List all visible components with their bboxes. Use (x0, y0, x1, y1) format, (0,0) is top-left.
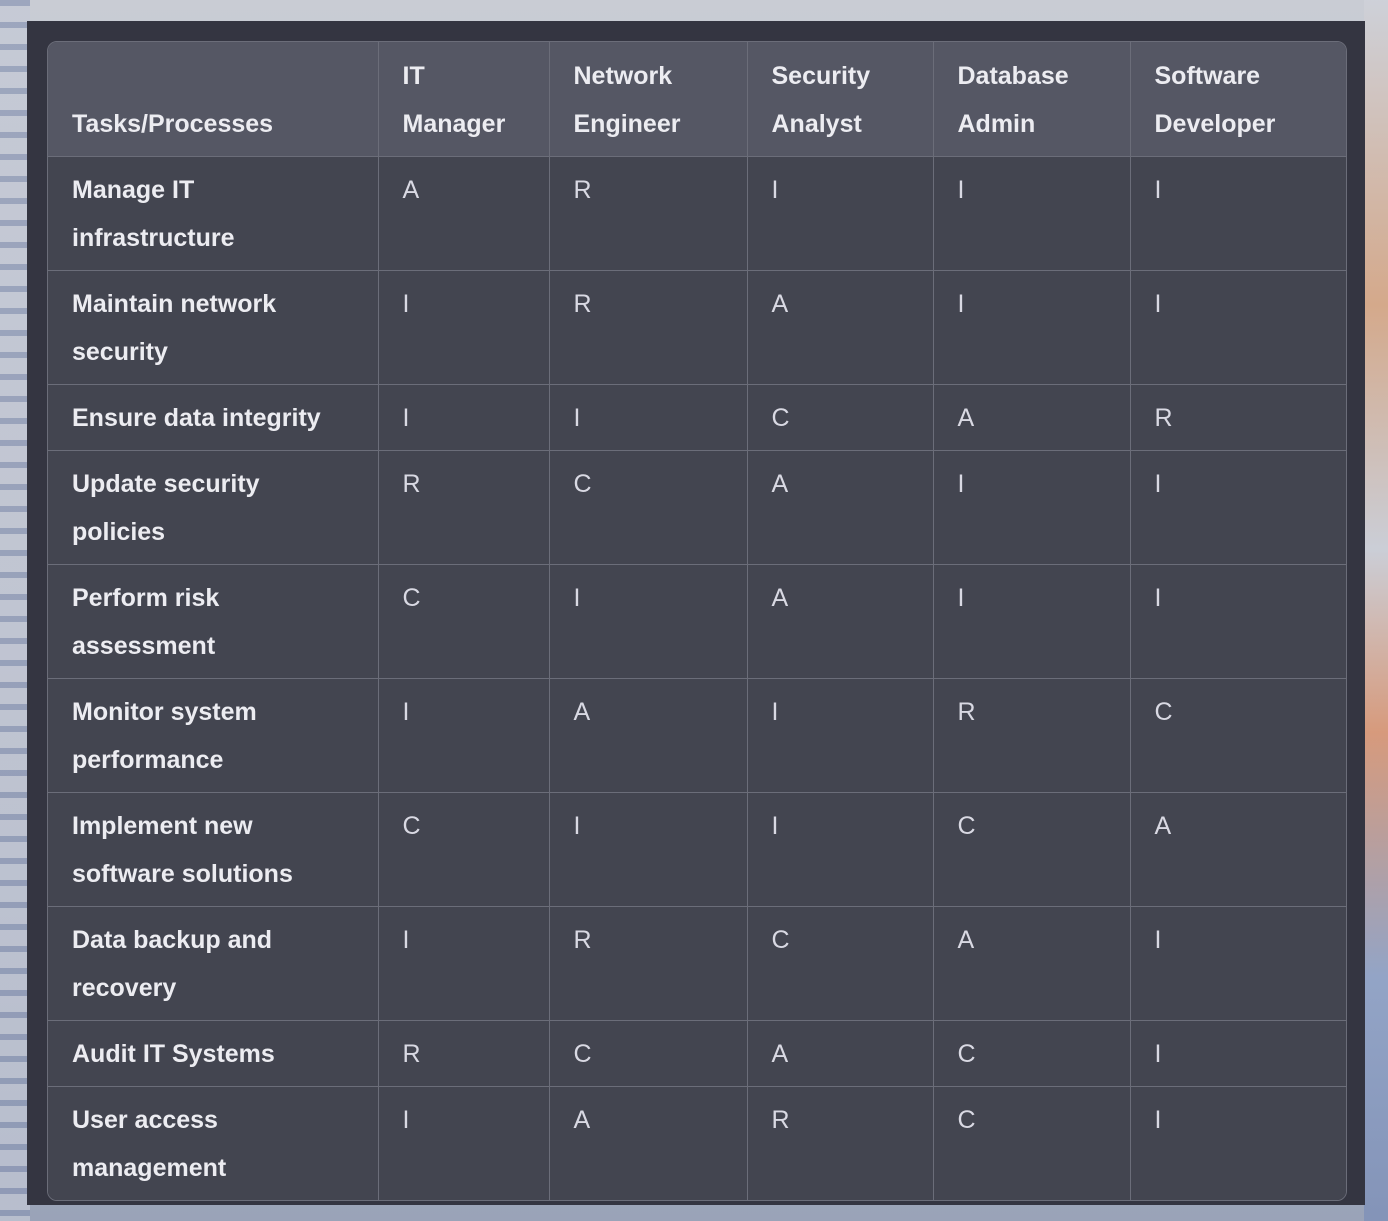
raci-cell: I (548, 564, 748, 679)
raci-cell: I (548, 384, 748, 451)
task-cell: Maintain network security (48, 270, 379, 385)
raci-cell: A (548, 1086, 748, 1200)
raci-cell: C (746, 906, 934, 1021)
task-cell: Manage IT infrastructure (48, 156, 379, 271)
table-row: Manage IT infrastructure A R I I I (48, 156, 1346, 271)
header-software-developer: Software Developer (1129, 42, 1346, 157)
table-row: Ensure data integrity I I C A R (48, 384, 1346, 451)
table-row: Perform risk assessment C I A I I (48, 564, 1346, 679)
raci-cell: A (377, 156, 550, 271)
table-row: Data backup and recovery I R C A I (48, 906, 1346, 1021)
header-network-engineer: Network Engineer (548, 42, 748, 157)
table-header-row: Tasks/Processes IT Manager Network Engin… (48, 42, 1346, 157)
raci-cell: C (932, 792, 1131, 907)
task-cell: Ensure data integrity (48, 384, 379, 451)
header-security-analyst: Security Analyst (746, 42, 934, 157)
table-row: Update security policies R C A I I (48, 450, 1346, 565)
raci-cell: I (932, 270, 1131, 385)
raci-cell: A (1129, 792, 1346, 907)
raci-cell: I (548, 792, 748, 907)
raci-cell: A (746, 450, 934, 565)
table-row: Implement new software solutions C I I C… (48, 792, 1346, 907)
raci-cell: C (377, 564, 550, 679)
raci-cell: C (1129, 678, 1346, 793)
chat-response-panel: Tasks/Processes IT Manager Network Engin… (27, 21, 1365, 1205)
raci-cell: C (548, 1020, 748, 1087)
raci-cell: R (746, 1086, 934, 1200)
raci-cell: I (377, 678, 550, 793)
task-cell: Implement new software solutions (48, 792, 379, 907)
raci-cell: I (1129, 564, 1346, 679)
task-cell: Perform risk assessment (48, 564, 379, 679)
raci-cell: C (932, 1020, 1131, 1087)
raci-cell: I (1129, 270, 1346, 385)
raci-cell: I (1129, 450, 1346, 565)
raci-cell: R (548, 156, 748, 271)
raci-cell: A (746, 564, 934, 679)
table-row: Maintain network security I R A I I (48, 270, 1346, 385)
background-left-edge (0, 0, 30, 1221)
table-row: User access management I A R C I (48, 1086, 1346, 1200)
raci-cell: A (548, 678, 748, 793)
raci-cell: I (1129, 1086, 1346, 1200)
raci-cell: R (377, 450, 550, 565)
raci-cell: C (746, 384, 934, 451)
task-cell: Monitor system performance (48, 678, 379, 793)
task-cell: Data backup and recovery (48, 906, 379, 1021)
raci-cell: I (1129, 1020, 1346, 1087)
raci-cell: R (1129, 384, 1346, 451)
raci-cell: I (377, 906, 550, 1021)
raci-cell: I (746, 156, 934, 271)
raci-cell: C (548, 450, 748, 565)
raci-cell: C (377, 792, 550, 907)
raci-cell: I (1129, 156, 1346, 271)
raci-cell: R (932, 678, 1131, 793)
task-cell: Audit IT Systems (48, 1020, 379, 1087)
raci-cell: I (1129, 906, 1346, 1021)
task-cell: User access management (48, 1086, 379, 1200)
header-tasks: Tasks/Processes (48, 42, 379, 157)
background-right-edge (1364, 0, 1388, 1221)
raci-cell: I (932, 450, 1131, 565)
raci-cell: A (746, 1020, 934, 1087)
raci-table: Tasks/Processes IT Manager Network Engin… (48, 42, 1346, 1200)
header-it-manager: IT Manager (377, 42, 550, 157)
raci-cell: R (377, 1020, 550, 1087)
raci-cell: R (548, 270, 748, 385)
raci-cell: A (932, 906, 1131, 1021)
raci-cell: A (746, 270, 934, 385)
task-cell: Update security policies (48, 450, 379, 565)
header-database-admin: Database Admin (932, 42, 1131, 157)
table-row: Audit IT Systems R C A C I (48, 1020, 1346, 1087)
raci-cell: I (932, 564, 1131, 679)
raci-cell: I (377, 384, 550, 451)
raci-cell: C (932, 1086, 1131, 1200)
raci-cell: R (548, 906, 748, 1021)
raci-table-container: Tasks/Processes IT Manager Network Engin… (47, 41, 1347, 1201)
table-row: Monitor system performance I A I R C (48, 678, 1346, 793)
raci-cell: I (746, 792, 934, 907)
raci-cell: I (377, 1086, 550, 1200)
raci-cell: A (932, 384, 1131, 451)
raci-cell: I (377, 270, 550, 385)
raci-cell: I (932, 156, 1131, 271)
raci-cell: I (746, 678, 934, 793)
